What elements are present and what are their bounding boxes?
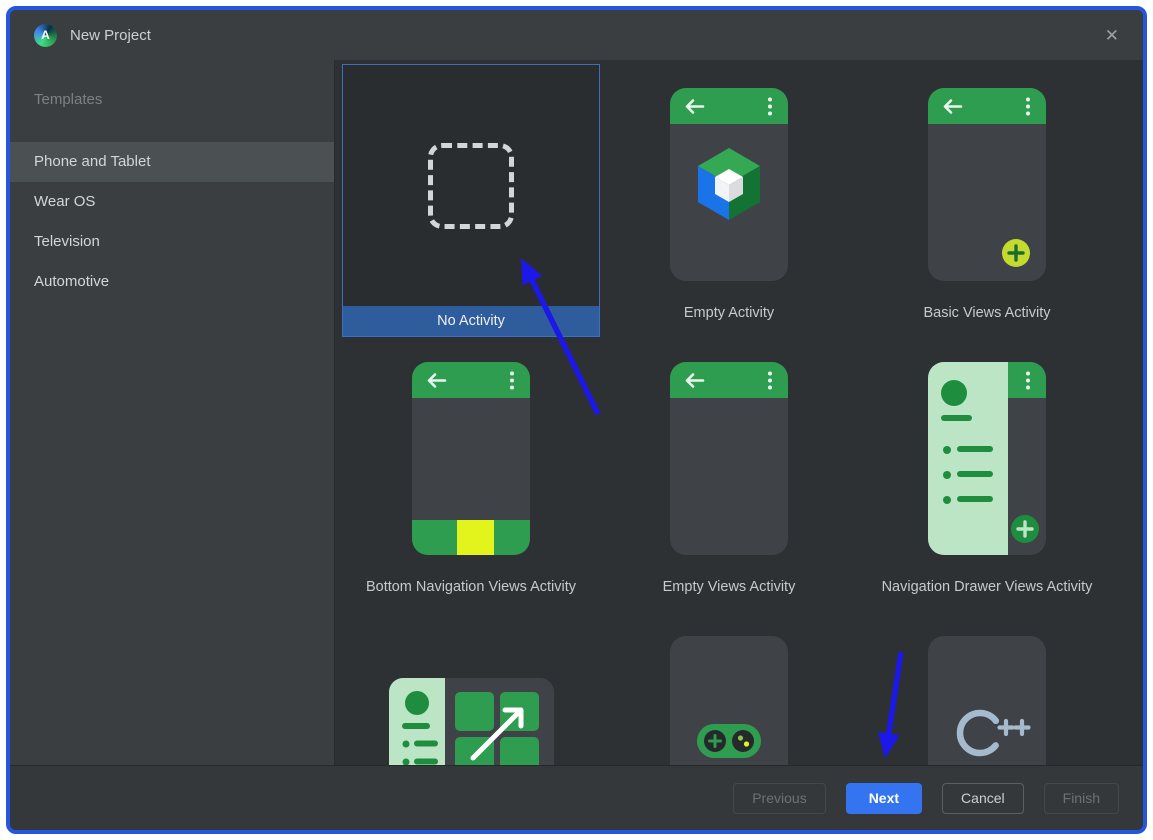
template-label-basic-views-activity: Basic Views Activity [858, 305, 1116, 337]
footer: Previous Next Cancel Finish [10, 765, 1143, 830]
template-card-partial-list-detail[interactable] [342, 612, 600, 765]
new-project-dialog: A New Project ✕ Templates Phone and Tabl… [6, 6, 1147, 834]
template-card-bottom-navigation-views-activity[interactable]: Bottom Navigation Views Activity [342, 338, 600, 611]
close-icon[interactable]: ✕ [1105, 27, 1119, 44]
template-label-navigation-drawer-views-activity: Navigation Drawer Views Activity [858, 579, 1116, 611]
template-card-partial-game-activity[interactable] [600, 612, 858, 765]
template-card-basic-views-activity[interactable]: Basic Views Activity [858, 64, 1116, 337]
sidebar-item-wear-os[interactable]: Wear OS [10, 182, 334, 222]
phone-plain-icon [600, 338, 858, 579]
template-label-empty-activity: Empty Activity [600, 305, 858, 337]
android-studio-icon: A [34, 24, 57, 47]
compose-cube-phone-icon [600, 64, 858, 305]
sidebar-item-television[interactable]: Television [10, 222, 334, 262]
cancel-button[interactable]: Cancel [942, 783, 1024, 814]
sidebar-item-automotive[interactable]: Automotive [10, 262, 334, 302]
previous-button: Previous [733, 783, 825, 814]
templates-header: Templates [10, 90, 334, 110]
no-activity-icon [343, 65, 599, 306]
finish-button: Finish [1044, 783, 1119, 814]
template-card-navigation-drawer-views-activity[interactable]: Navigation Drawer Views Activity [858, 338, 1116, 611]
cpp-phone-icon [858, 612, 1116, 765]
template-card-no-activity[interactable]: No Activity [342, 64, 600, 337]
template-grid: No Activity [342, 64, 1143, 765]
template-gallery: No Activity [335, 60, 1143, 765]
phone-bottom-nav-icon [342, 338, 600, 579]
phone-drawer-icon [858, 338, 1116, 579]
game-controller-phone-icon [600, 612, 858, 765]
template-card-empty-activity[interactable]: Empty Activity [600, 64, 858, 337]
phone-fab-icon [858, 64, 1116, 305]
template-label-empty-views-activity: Empty Views Activity [600, 579, 858, 611]
dashed-placeholder-icon [428, 143, 514, 229]
template-card-partial-native-cpp[interactable] [858, 612, 1116, 765]
template-label-bottom-navigation-views-activity: Bottom Navigation Views Activity [342, 579, 600, 611]
sidebar: Templates Phone and Tablet Wear OS Telev… [10, 60, 335, 765]
titlebar: A New Project ✕ [10, 10, 1143, 60]
template-label-no-activity: No Activity [343, 306, 599, 336]
sidebar-item-phone-and-tablet[interactable]: Phone and Tablet [10, 142, 334, 182]
dialog-title: New Project [70, 27, 151, 44]
next-button[interactable]: Next [846, 783, 922, 814]
dialog-body: Templates Phone and Tablet Wear OS Telev… [10, 60, 1143, 765]
tablet-list-detail-icon [342, 612, 600, 765]
template-card-empty-views-activity[interactable]: Empty Views Activity [600, 338, 858, 611]
